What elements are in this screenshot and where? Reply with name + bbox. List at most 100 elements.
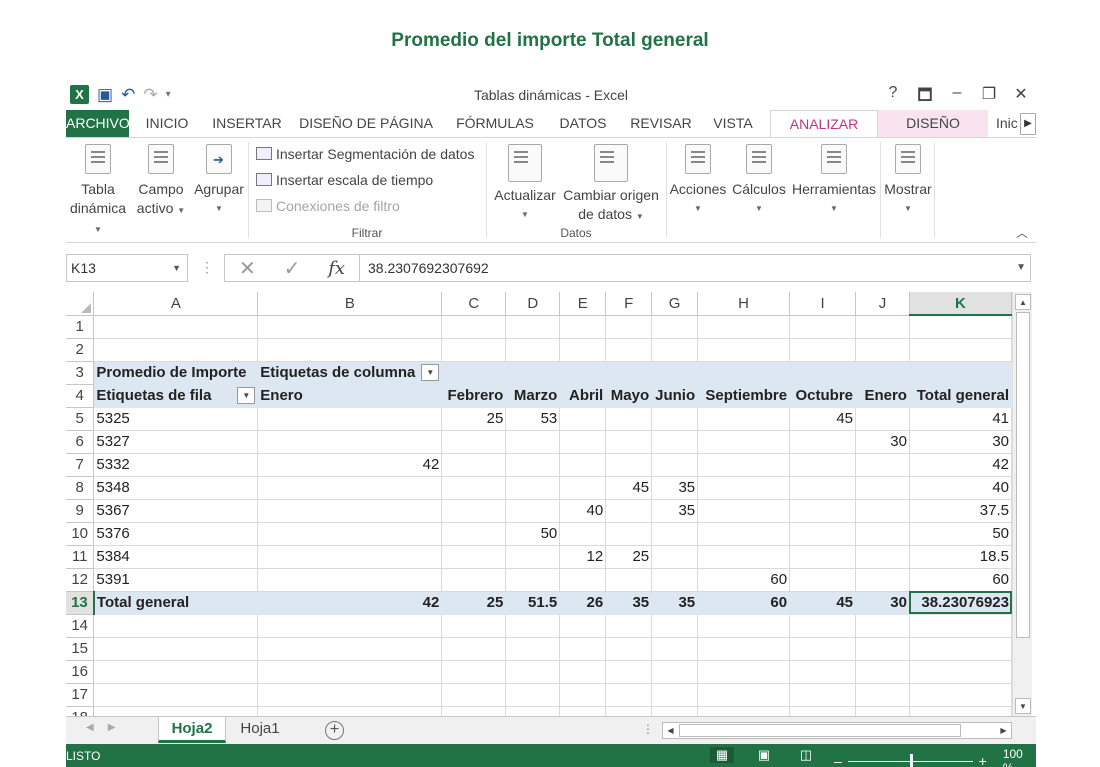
cell[interactable] xyxy=(441,338,507,362)
cell[interactable] xyxy=(697,315,791,339)
tab-insert[interactable]: INSERTAR xyxy=(206,110,288,137)
cell[interactable] xyxy=(909,660,1012,684)
collapse-ribbon-icon[interactable]: ︿ xyxy=(1016,224,1028,241)
scrollbar-thumb[interactable] xyxy=(1016,312,1030,638)
cell[interactable] xyxy=(605,315,653,339)
pivot-value-field[interactable]: Promedio de Importe xyxy=(93,361,259,385)
page-layout-view-icon[interactable]: ▣ xyxy=(752,747,776,763)
zoom-in-icon[interactable]: + xyxy=(979,753,987,767)
cell[interactable] xyxy=(697,706,791,716)
cell[interactable] xyxy=(505,706,561,716)
cell[interactable] xyxy=(605,683,653,707)
insert-timeline-button[interactable]: Insertar escala de tiempo xyxy=(256,172,433,188)
cell[interactable] xyxy=(605,637,653,661)
pivot-row-label[interactable]: 5367 xyxy=(93,499,259,523)
cell[interactable] xyxy=(855,706,910,716)
cell[interactable] xyxy=(505,430,561,454)
cell[interactable] xyxy=(559,706,607,716)
cell[interactable] xyxy=(789,568,857,592)
cell[interactable] xyxy=(441,637,507,661)
pivot-table-button[interactable]: Tabla dinámica ▼ xyxy=(68,144,128,239)
cell[interactable] xyxy=(855,499,910,523)
cell[interactable]: 25 xyxy=(441,407,507,431)
cell[interactable]: 42 xyxy=(909,453,1012,477)
cell[interactable] xyxy=(257,407,443,431)
pivot-row-label[interactable]: 5348 xyxy=(93,476,259,500)
pivot-row-label[interactable]: 5391 xyxy=(93,568,259,592)
total-cell[interactable]: 35 xyxy=(651,590,699,615)
cell[interactable] xyxy=(651,315,699,339)
cell[interactable] xyxy=(505,660,561,684)
column-header[interactable]: D xyxy=(505,292,561,316)
cell[interactable] xyxy=(855,637,910,661)
cell[interactable] xyxy=(651,522,699,546)
cell[interactable] xyxy=(559,522,607,546)
cell[interactable] xyxy=(559,407,607,431)
cell[interactable] xyxy=(559,476,607,500)
cell[interactable] xyxy=(257,499,443,523)
cell[interactable] xyxy=(789,522,857,546)
zoom-out-icon[interactable]: – xyxy=(834,753,842,767)
cell[interactable] xyxy=(855,660,910,684)
pivot-row-label[interactable]: 5327 xyxy=(93,430,259,454)
cell[interactable] xyxy=(441,660,507,684)
pivot-row-labels[interactable]: Etiquetas de fila ▼ xyxy=(93,384,259,408)
cell[interactable] xyxy=(505,499,561,523)
cell[interactable] xyxy=(855,614,910,638)
insert-slicer-button[interactable]: Insertar Segmentación de datos xyxy=(256,146,474,162)
active-field-button[interactable]: Campo activo ▼ xyxy=(134,144,188,220)
select-all-corner[interactable] xyxy=(66,292,95,316)
cell[interactable] xyxy=(855,545,910,569)
cell[interactable] xyxy=(441,683,507,707)
cell[interactable] xyxy=(855,315,910,339)
cell[interactable] xyxy=(559,338,607,362)
cell[interactable]: 35 xyxy=(651,476,699,500)
group-button[interactable]: Agrupar ▼ xyxy=(190,144,248,218)
cell[interactable] xyxy=(651,545,699,569)
cell[interactable]: 41 xyxy=(909,407,1012,431)
cell[interactable] xyxy=(93,614,259,638)
row-header[interactable]: 11 xyxy=(66,545,95,569)
cell[interactable] xyxy=(441,361,507,385)
tab-file[interactable]: ARCHIVO xyxy=(66,110,130,137)
cell[interactable] xyxy=(441,453,507,477)
cell[interactable] xyxy=(909,315,1012,339)
vertical-scrollbar[interactable]: ▲ ▼ xyxy=(1012,292,1032,716)
cell[interactable] xyxy=(257,522,443,546)
cell[interactable] xyxy=(605,407,653,431)
row-header[interactable]: 15 xyxy=(66,637,95,661)
cell[interactable] xyxy=(505,315,561,339)
pivot-row-label[interactable]: 5325 xyxy=(93,407,259,431)
total-cell[interactable]: 25 xyxy=(441,590,507,615)
total-cell[interactable]: 45 xyxy=(789,590,857,615)
pivot-row-label[interactable]: 5376 xyxy=(93,522,259,546)
cell[interactable] xyxy=(93,315,259,339)
column-header[interactable]: A xyxy=(93,292,259,316)
cell[interactable]: 12 xyxy=(559,545,607,569)
row-header[interactable]: 1 xyxy=(66,315,95,339)
filter-dropdown-icon[interactable]: ▼ xyxy=(237,387,256,404)
cell[interactable] xyxy=(697,522,791,546)
cell[interactable] xyxy=(605,522,653,546)
cell[interactable]: 60 xyxy=(909,568,1012,592)
column-header[interactable]: I xyxy=(789,292,857,316)
add-sheet-icon[interactable]: + xyxy=(325,721,344,740)
cell[interactable] xyxy=(651,637,699,661)
grand-total-label[interactable]: Total general xyxy=(93,590,259,615)
row-header[interactable]: 14 xyxy=(66,614,95,638)
cell[interactable] xyxy=(697,614,791,638)
tab-page-layout[interactable]: DISEÑO DE PÁGINA xyxy=(298,110,434,137)
scroll-left-icon[interactable]: ◀ xyxy=(663,723,678,738)
column-header[interactable]: B xyxy=(257,292,443,316)
show-button[interactable]: Mostrar ▼ xyxy=(880,144,936,218)
cell[interactable] xyxy=(441,315,507,339)
cell[interactable] xyxy=(605,453,653,477)
cell[interactable] xyxy=(909,614,1012,638)
sheet-nav-arrows[interactable]: ◀▶ xyxy=(86,722,129,733)
cell[interactable] xyxy=(855,476,910,500)
column-header[interactable]: G xyxy=(651,292,699,316)
row-header[interactable]: 8 xyxy=(66,476,95,500)
cell[interactable]: 35 xyxy=(651,499,699,523)
enter-icon[interactable]: ✓ xyxy=(284,256,301,281)
tab-data[interactable]: DATOS xyxy=(552,110,614,137)
